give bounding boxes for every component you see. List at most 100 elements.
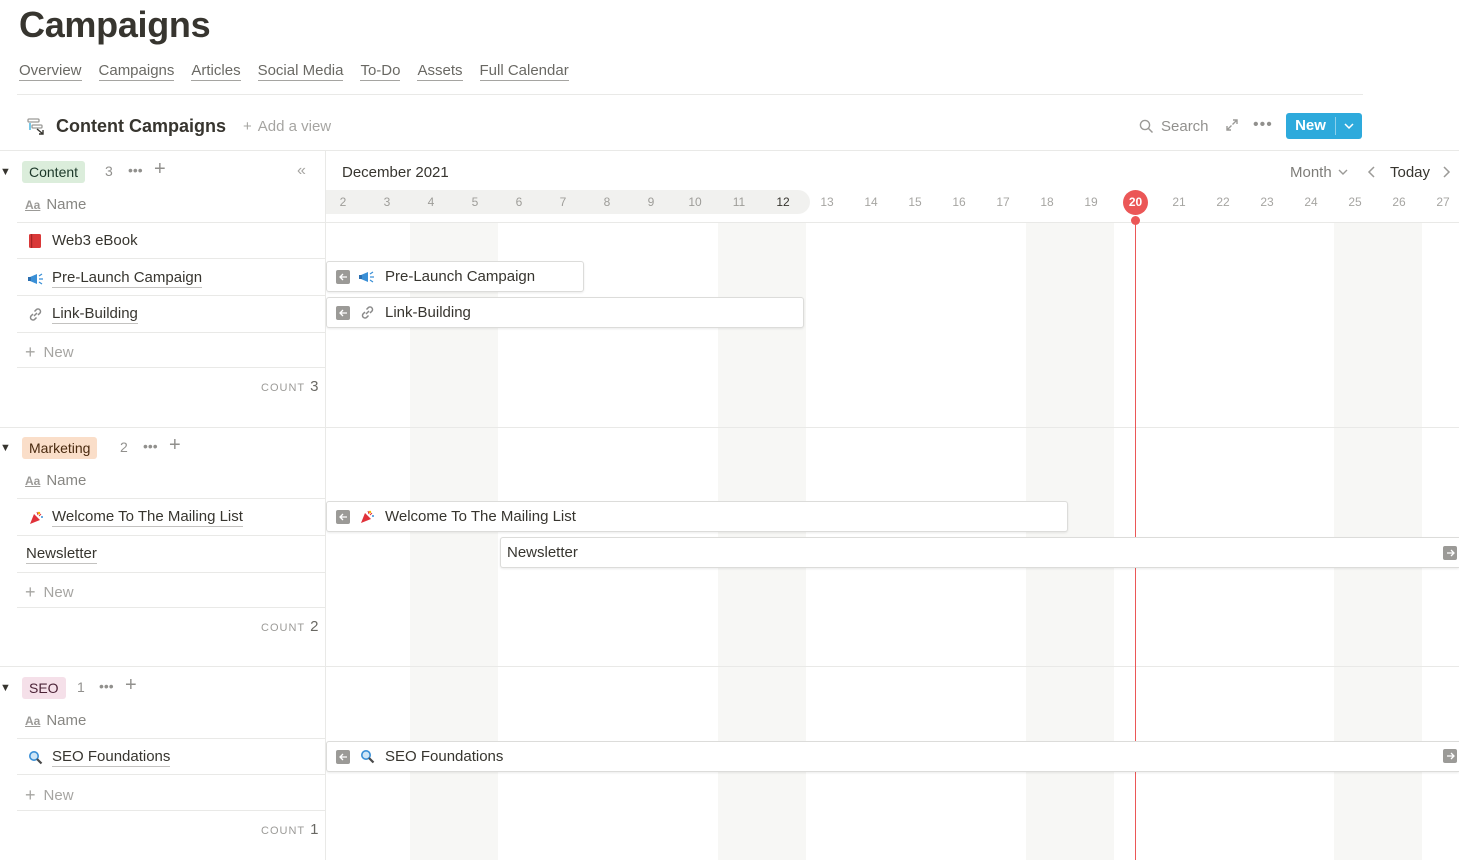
party-popper-icon — [30, 511, 43, 524]
page-tabs: Overview Campaigns Articles Social Media… — [19, 62, 569, 81]
group-tag-content: Content — [22, 161, 86, 183]
add-item-icon[interactable]: + — [154, 158, 166, 181]
list-item[interactable]: Link-Building — [28, 305, 138, 324]
day-label: 22 — [1216, 195, 1230, 209]
tab-articles[interactable]: Articles — [191, 62, 241, 81]
group-toggle-icon[interactable]: ▼ — [0, 166, 11, 178]
arrow-left-icon[interactable] — [336, 749, 350, 764]
expand-icon[interactable] — [1224, 117, 1240, 133]
more-options-icon[interactable]: ••• — [143, 438, 158, 454]
chevron-right-icon[interactable] — [1440, 165, 1452, 179]
list-item[interactable]: Newsletter — [26, 545, 97, 564]
more-options-icon[interactable]: ••• — [128, 162, 143, 178]
group-toggle-icon[interactable]: ▼ — [0, 682, 11, 694]
plus-icon: + — [243, 118, 252, 135]
view-name[interactable]: Content Campaigns — [56, 116, 226, 137]
row-divider — [17, 810, 325, 811]
row-divider — [17, 367, 325, 368]
group-count: 2 — [120, 439, 128, 455]
arrow-left-icon[interactable] — [336, 269, 350, 284]
new-row-button[interactable]: + New — [25, 785, 74, 806]
group-count-footer: COUNT 2 — [261, 618, 318, 635]
plus-icon: + — [25, 342, 36, 362]
group-count-footer: COUNT 3 — [261, 378, 318, 395]
bar-label: Link-Building — [385, 304, 471, 321]
timeline-bar-link-building[interactable]: Link-Building — [326, 297, 804, 328]
today-marker: 20 — [1123, 190, 1148, 215]
count-value: 2 — [310, 618, 319, 635]
day-label: 10 — [688, 195, 702, 209]
group-tag-marketing: Marketing — [22, 437, 98, 459]
day-label: 8 — [603, 195, 611, 209]
add-view-button[interactable]: + Add a view — [243, 118, 331, 135]
day-label: 9 — [647, 195, 655, 209]
list-item[interactable]: Pre-Launch Campaign — [28, 269, 203, 288]
chevron-down-icon[interactable] — [1336, 113, 1362, 139]
collapse-table-icon[interactable]: « — [297, 162, 306, 180]
month-title: December 2021 — [342, 164, 449, 181]
plus-icon: + — [25, 785, 36, 805]
tab-full-calendar[interactable]: Full Calendar — [479, 62, 569, 81]
tab-social-media[interactable]: Social Media — [257, 62, 344, 81]
timeline-bar-newsletter[interactable]: Newsletter — [500, 537, 1459, 568]
today-button[interactable]: Today — [1390, 164, 1430, 181]
count-label: COUNT — [261, 622, 306, 634]
day-label: 13 — [820, 195, 834, 209]
new-row-label: New — [43, 787, 74, 804]
name-column-header[interactable]: Aa Name — [25, 472, 86, 489]
count-value: 3 — [310, 378, 319, 395]
tab-overview[interactable]: Overview — [19, 62, 82, 81]
day-label: 25 — [1348, 195, 1362, 209]
name-header-label: Name — [46, 472, 87, 489]
new-button[interactable]: New — [1286, 113, 1362, 139]
today-line-dot — [1131, 216, 1140, 225]
arrow-right-icon[interactable] — [1443, 546, 1457, 560]
plus-icon: + — [25, 582, 36, 602]
add-item-icon[interactable]: + — [125, 674, 137, 697]
group-divider — [0, 427, 325, 428]
search-button[interactable]: Search — [1139, 118, 1209, 135]
arrow-right-icon[interactable] — [1443, 749, 1457, 763]
name-header-label: Name — [46, 712, 87, 729]
day-label: 4 — [427, 195, 435, 209]
name-column-header[interactable]: Aa Name — [25, 712, 86, 729]
name-column-header[interactable]: Aa Name — [25, 196, 86, 213]
page-title: Campaigns — [19, 4, 211, 45]
timeline-bar-seo-foundations[interactable]: SEO Foundations — [326, 741, 1459, 772]
tab-to-do[interactable]: To-Do — [360, 62, 401, 81]
arrow-left-icon[interactable] — [336, 509, 350, 524]
bar-label: SEO Foundations — [385, 748, 504, 765]
row-divider — [17, 572, 325, 573]
list-item[interactable]: Web3 eBook — [28, 232, 138, 250]
new-row-button[interactable]: + New — [25, 582, 74, 603]
search-label: Search — [1161, 118, 1209, 135]
row-divider — [17, 295, 325, 296]
item-title: Pre-Launch Campaign — [52, 269, 203, 288]
group-toggle-icon[interactable]: ▼ — [0, 442, 11, 454]
new-row-button[interactable]: + New — [25, 342, 74, 363]
timeline-bar-welcome[interactable]: Welcome To The Mailing List — [326, 501, 1068, 532]
new-row-label: New — [43, 584, 74, 601]
more-options-icon[interactable]: ••• — [1253, 116, 1273, 134]
count-label: COUNT — [261, 382, 306, 394]
tab-campaigns[interactable]: Campaigns — [98, 62, 175, 81]
day-label: 26 — [1392, 195, 1406, 209]
timeline-bar-pre-launch[interactable]: Pre-Launch Campaign — [326, 261, 584, 292]
zoom-select[interactable]: Month — [1290, 164, 1348, 181]
magnifier-icon — [359, 749, 375, 764]
add-item-icon[interactable]: + — [169, 434, 181, 457]
row-divider — [17, 222, 325, 223]
chevron-left-icon[interactable] — [1366, 165, 1378, 179]
tab-assets[interactable]: Assets — [417, 62, 463, 81]
group-count: 1 — [77, 679, 85, 695]
link-icon — [29, 308, 42, 321]
list-item[interactable]: Welcome To The Mailing List — [28, 508, 243, 527]
group-divider — [326, 666, 1459, 667]
bar-label: Welcome To The Mailing List — [385, 508, 576, 525]
row-divider — [17, 607, 325, 608]
arrow-left-icon[interactable] — [336, 305, 350, 320]
day-label: 16 — [952, 195, 966, 209]
day-label: 6 — [515, 195, 523, 209]
list-item[interactable]: SEO Foundations — [28, 748, 171, 767]
more-options-icon[interactable]: ••• — [99, 678, 114, 694]
